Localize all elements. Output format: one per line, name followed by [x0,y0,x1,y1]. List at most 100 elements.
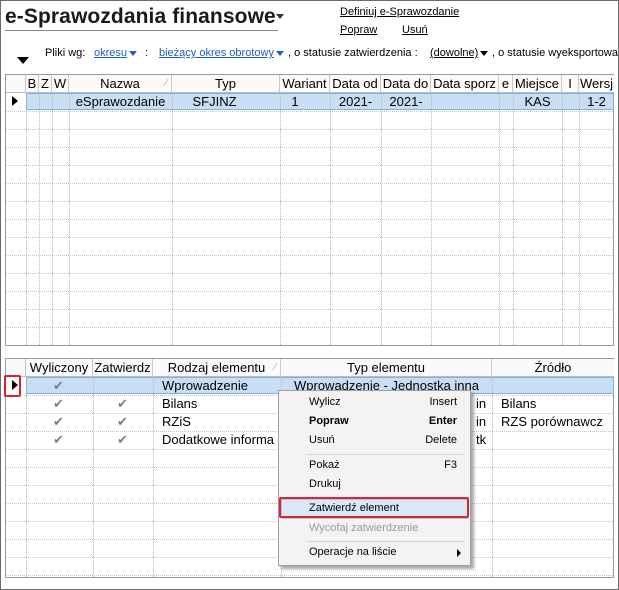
col-header-miejsce[interactable]: Miejsce [513,75,562,93]
menu-item-shortcut: F3 [444,459,457,471]
chevron-down-icon [275,50,284,56]
col-header-b[interactable]: B [26,75,39,93]
row-indicator-header [6,75,26,93]
sort-icon: ⁄ [165,78,167,89]
grid-row-line [6,291,613,292]
menu-item-shortcut: Enter [428,415,457,427]
cell-rodzaj[interactable]: RZiS [162,413,277,430]
col-header-rodzaj-label: Rodzaj elementu [167,360,266,375]
approval-status-dropdown[interactable]: (dowolne) [430,47,489,59]
col-header-nazwa[interactable]: Nazwa ⁄ [69,75,172,93]
menu-item-label: Wycofaj zatwierdzenie [309,522,419,534]
title-dropdown-icon[interactable] [276,14,284,19]
menu-item-label: Pokaż [309,459,340,471]
chevron-down-icon [129,50,138,56]
col-header-data-do[interactable]: Data do [381,75,431,93]
grid-column-line [153,377,154,577]
cell-typ-elementu[interactable]: tk [476,431,492,448]
menu-item-label: Drukuj [309,478,341,490]
cell-typ-elementu[interactable]: in [476,395,492,412]
col-header-e[interactable]: e [499,75,513,93]
cell-zrodlo[interactable]: Bilans [501,395,614,412]
cell-miejsce[interactable]: KAS [513,93,562,110]
menu-item-usun[interactable]: Usuń Delete [279,431,470,451]
grid-row-line [6,183,613,184]
files-by-label: Pliki wg: [45,47,86,59]
chevron-down-icon [480,50,489,56]
col-header-wersja[interactable]: Wersj [579,75,614,93]
cell-data-do[interactable]: 2021- [381,93,431,110]
period-dropdown[interactable]: okresu [94,47,138,59]
menu-highlight-box [279,497,469,518]
menu-separator [307,454,465,455]
approval-status-value: (dowolne) [430,47,479,59]
grid-row-line [6,129,613,130]
col-header-zatwierdz[interactable]: Zatwierdz [93,359,153,377]
col-header-rodzaj[interactable]: Rodzaj elementu ⁄ [153,359,281,377]
menu-item-label: Usuń [309,434,335,446]
context-menu: Wylicz Insert Popraw Enter Usuń Delete P… [278,390,471,566]
col-header-data-sporz[interactable]: Data sporz [431,75,499,93]
menu-item-label: Operacje na liście [309,546,397,558]
cell-wariant[interactable]: 1 [280,93,310,110]
cell-wersja[interactable]: 1-2 [579,93,614,110]
app-title[interactable]: e-Sprawozdania finansowe [5,3,278,31]
col-header-w[interactable]: W [52,75,69,93]
row-highlight-box [4,375,21,397]
cell-data-od[interactable]: 2021- [330,93,381,110]
grid-row-line [6,219,613,220]
cell-nazwa[interactable]: eSprawozdanie [69,93,172,110]
menu-item-drukuj[interactable]: Drukuj [279,475,470,495]
cell-typ-elementu[interactable]: in [476,413,492,430]
col-header-i[interactable]: I [562,75,579,93]
col-header-data-od[interactable]: Data od [330,75,381,93]
check-icon: ✔ [53,396,64,411]
current-row-icon [12,96,18,106]
grid-row-line [6,165,613,166]
cell-rodzaj[interactable]: Bilans [162,395,277,412]
colon-separator: : [145,47,149,59]
menu-separator [307,541,465,542]
grid-column-line [492,377,493,577]
menu-item-popraw[interactable]: Popraw Enter [279,412,470,432]
menu-item-wycofaj-zatwierdzenie: Wycofaj zatwierdzenie [279,519,470,539]
approval-status-label: , o statusie zatwierdzenia : [288,47,418,59]
col-header-nazwa-label: Nazwa [100,76,140,91]
col-header-typ-elementu[interactable]: Typ elementu [281,359,492,377]
col-header-wariant[interactable]: Wariant [280,75,330,93]
cell-typ[interactable]: SFJINZ [172,93,257,110]
menu-item-pokaz[interactable]: Pokaż F3 [279,456,470,476]
grid-row-line [6,273,613,274]
check-icon: ✔ [117,414,128,429]
menu-item-wylicz[interactable]: Wylicz Insert [279,393,470,413]
edit-link[interactable]: Popraw [340,24,377,36]
period-value-label: bieżący okres obrotowy [159,47,274,59]
col-header-zrodlo[interactable]: Źródło [492,359,614,377]
define-esprawozdanie-link[interactable]: Definiuj e-Sprawozdanie [340,6,459,18]
reports-grid[interactable]: B Z W Nazwa ⁄ Typ Wariant Data od Data do… [5,74,614,346]
col-header-wyliczony[interactable]: Wyliczony [26,359,93,377]
delete-link[interactable]: Usuń [402,24,428,36]
filter-bar: Pliki wg: okresu : bieżący okres obrotow… [0,44,619,66]
export-status-label: , o statusie wyeksportowa [492,47,618,59]
check-icon: ✔ [117,396,128,411]
period-dropdown-label: okresu [94,47,128,59]
check-icon: ✔ [53,432,64,447]
grid-row-line [6,201,613,202]
col-header-z[interactable]: Z [39,75,52,93]
col-header-typ[interactable]: Typ [172,75,280,93]
grid-row-line [6,147,613,148]
menu-item-label: Popraw [309,415,349,427]
check-icon: ✔ [53,414,64,429]
cell-zrodlo[interactable]: RZS porównawcz [501,413,614,430]
grid-row-line [6,111,613,112]
grid-column-line [93,377,94,577]
cell-rodzaj[interactable]: Dodatkowe informa [162,431,277,448]
grid-row-line [6,237,613,238]
cell-rodzaj[interactable]: Wprowadzenie [162,377,277,394]
sort-icon: ⁄ [274,362,276,373]
menu-item-shortcut: Insert [429,396,457,408]
menu-item-operacje-na-liscie[interactable]: Operacje na liście [279,543,470,563]
period-value-dropdown[interactable]: bieżący okres obrotowy [159,47,284,59]
grid-row-line [6,575,613,576]
